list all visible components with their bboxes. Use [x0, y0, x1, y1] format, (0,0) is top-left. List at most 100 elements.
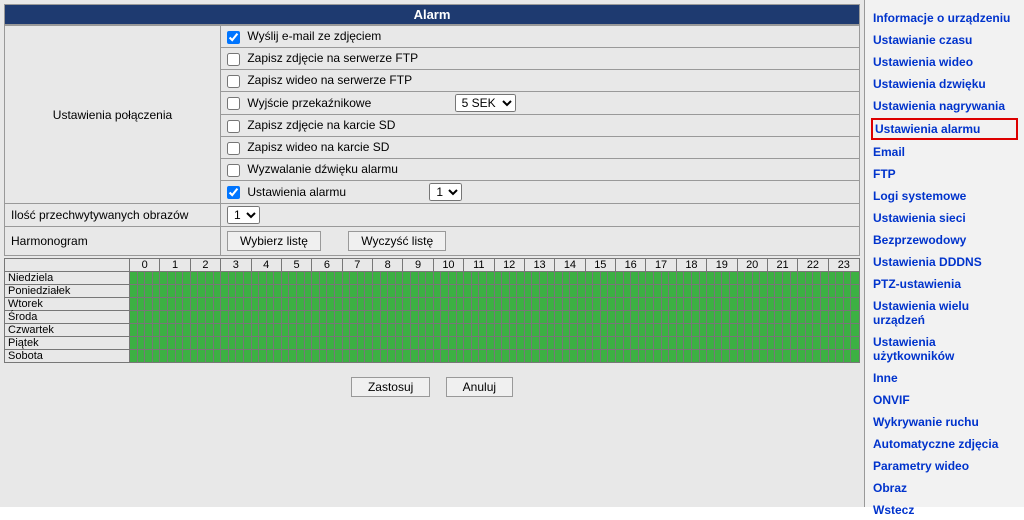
schedule-cell[interactable] — [380, 285, 388, 298]
schedule-cell[interactable] — [410, 350, 418, 363]
schedule-cell[interactable] — [373, 324, 381, 337]
schedule-cell[interactable] — [304, 298, 312, 311]
schedule-cell[interactable] — [464, 324, 472, 337]
schedule-cell[interactable] — [198, 311, 206, 324]
schedule-cell[interactable] — [540, 311, 548, 324]
schedule-cell[interactable] — [365, 324, 373, 337]
schedule-cell[interactable] — [593, 324, 601, 337]
schedule-cell[interactable] — [304, 324, 312, 337]
schedule-cell[interactable] — [145, 350, 153, 363]
schedule-cell[interactable] — [160, 298, 168, 311]
schedule-cell[interactable] — [433, 311, 441, 324]
schedule-cell[interactable] — [297, 298, 305, 311]
schedule-cell[interactable] — [304, 311, 312, 324]
schedule-cell[interactable] — [342, 350, 350, 363]
schedule-cell[interactable] — [266, 311, 274, 324]
schedule-cell[interactable] — [137, 350, 145, 363]
schedule-cell[interactable] — [638, 337, 646, 350]
nav-item-13[interactable]: Ustawienia wielu urządzeń — [871, 296, 1018, 330]
schedule-cell[interactable] — [213, 311, 221, 324]
nav-item-2[interactable]: Ustawienia wideo — [871, 52, 1018, 72]
schedule-cell[interactable] — [289, 311, 297, 324]
schedule-cell[interactable] — [798, 298, 806, 311]
schedule-cell[interactable] — [616, 324, 624, 337]
schedule-cell[interactable] — [433, 337, 441, 350]
schedule-cell[interactable] — [297, 350, 305, 363]
schedule-cell[interactable] — [464, 311, 472, 324]
schedule-cell[interactable] — [684, 350, 692, 363]
schedule-cell[interactable] — [152, 311, 160, 324]
schedule-cell[interactable] — [767, 272, 775, 285]
schedule-cell[interactable] — [752, 350, 760, 363]
schedule-cell[interactable] — [669, 272, 677, 285]
schedule-cell[interactable] — [312, 350, 320, 363]
schedule-cell[interactable] — [213, 337, 221, 350]
schedule-cell[interactable] — [714, 298, 722, 311]
alarm-settings-checkbox[interactable] — [227, 186, 240, 199]
nav-item-4[interactable]: Ustawienia nagrywania — [871, 96, 1018, 116]
schedule-cell[interactable] — [593, 311, 601, 324]
schedule-cell[interactable] — [228, 324, 236, 337]
schedule-cell[interactable] — [365, 350, 373, 363]
schedule-cell[interactable] — [783, 272, 791, 285]
schedule-cell[interactable] — [775, 298, 783, 311]
schedule-cell[interactable] — [547, 272, 555, 285]
schedule-cell[interactable] — [403, 298, 411, 311]
schedule-cell[interactable] — [684, 298, 692, 311]
schedule-cell[interactable] — [183, 285, 191, 298]
schedule-cell[interactable] — [130, 337, 138, 350]
schedule-cell[interactable] — [783, 337, 791, 350]
captured-images-select[interactable]: 1 — [227, 206, 260, 224]
schedule-cell[interactable] — [646, 350, 654, 363]
schedule-cell[interactable] — [562, 298, 570, 311]
schedule-cell[interactable] — [669, 337, 677, 350]
schedule-cell[interactable] — [441, 285, 449, 298]
schedule-cell[interactable] — [160, 350, 168, 363]
schedule-cell[interactable] — [259, 324, 267, 337]
schedule-cell[interactable] — [441, 272, 449, 285]
schedule-cell[interactable] — [745, 324, 753, 337]
schedule-cell[interactable] — [722, 324, 730, 337]
schedule-cell[interactable] — [699, 311, 707, 324]
schedule-cell[interactable] — [228, 298, 236, 311]
schedule-cell[interactable] — [608, 324, 616, 337]
schedule-cell[interactable] — [410, 298, 418, 311]
schedule-cell[interactable] — [418, 272, 426, 285]
schedule-cell[interactable] — [623, 285, 631, 298]
schedule-cell[interactable] — [281, 324, 289, 337]
nav-item-18[interactable]: Automatyczne zdjęcia — [871, 434, 1018, 454]
schedule-cell[interactable] — [707, 350, 715, 363]
schedule-cell[interactable] — [631, 324, 639, 337]
schedule-cell[interactable] — [767, 324, 775, 337]
schedule-cell[interactable] — [373, 337, 381, 350]
schedule-cell[interactable] — [319, 337, 327, 350]
schedule-cell[interactable] — [335, 298, 343, 311]
schedule-cell[interactable] — [676, 311, 684, 324]
schedule-cell[interactable] — [494, 337, 502, 350]
schedule-cell[interactable] — [752, 285, 760, 298]
schedule-cell[interactable] — [304, 350, 312, 363]
schedule-cell[interactable] — [410, 311, 418, 324]
schedule-cell[interactable] — [646, 285, 654, 298]
schedule-cell[interactable] — [160, 311, 168, 324]
schedule-cell[interactable] — [805, 311, 813, 324]
schedule-cell[interactable] — [266, 337, 274, 350]
email-checkbox[interactable] — [227, 31, 240, 44]
schedule-cell[interactable] — [532, 324, 540, 337]
schedule-cell[interactable] — [471, 337, 479, 350]
ftp-video-checkbox[interactable] — [227, 75, 240, 88]
schedule-cell[interactable] — [547, 311, 555, 324]
schedule-cell[interactable] — [843, 298, 851, 311]
schedule-cell[interactable] — [585, 311, 593, 324]
schedule-cell[interactable] — [274, 311, 282, 324]
schedule-cell[interactable] — [821, 350, 829, 363]
schedule-cell[interactable] — [319, 311, 327, 324]
schedule-cell[interactable] — [600, 350, 608, 363]
schedule-cell[interactable] — [509, 324, 517, 337]
schedule-cell[interactable] — [350, 311, 358, 324]
schedule-cell[interactable] — [190, 324, 198, 337]
schedule-cell[interactable] — [251, 285, 259, 298]
schedule-cell[interactable] — [221, 285, 229, 298]
schedule-cell[interactable] — [570, 337, 578, 350]
schedule-cell[interactable] — [578, 272, 586, 285]
